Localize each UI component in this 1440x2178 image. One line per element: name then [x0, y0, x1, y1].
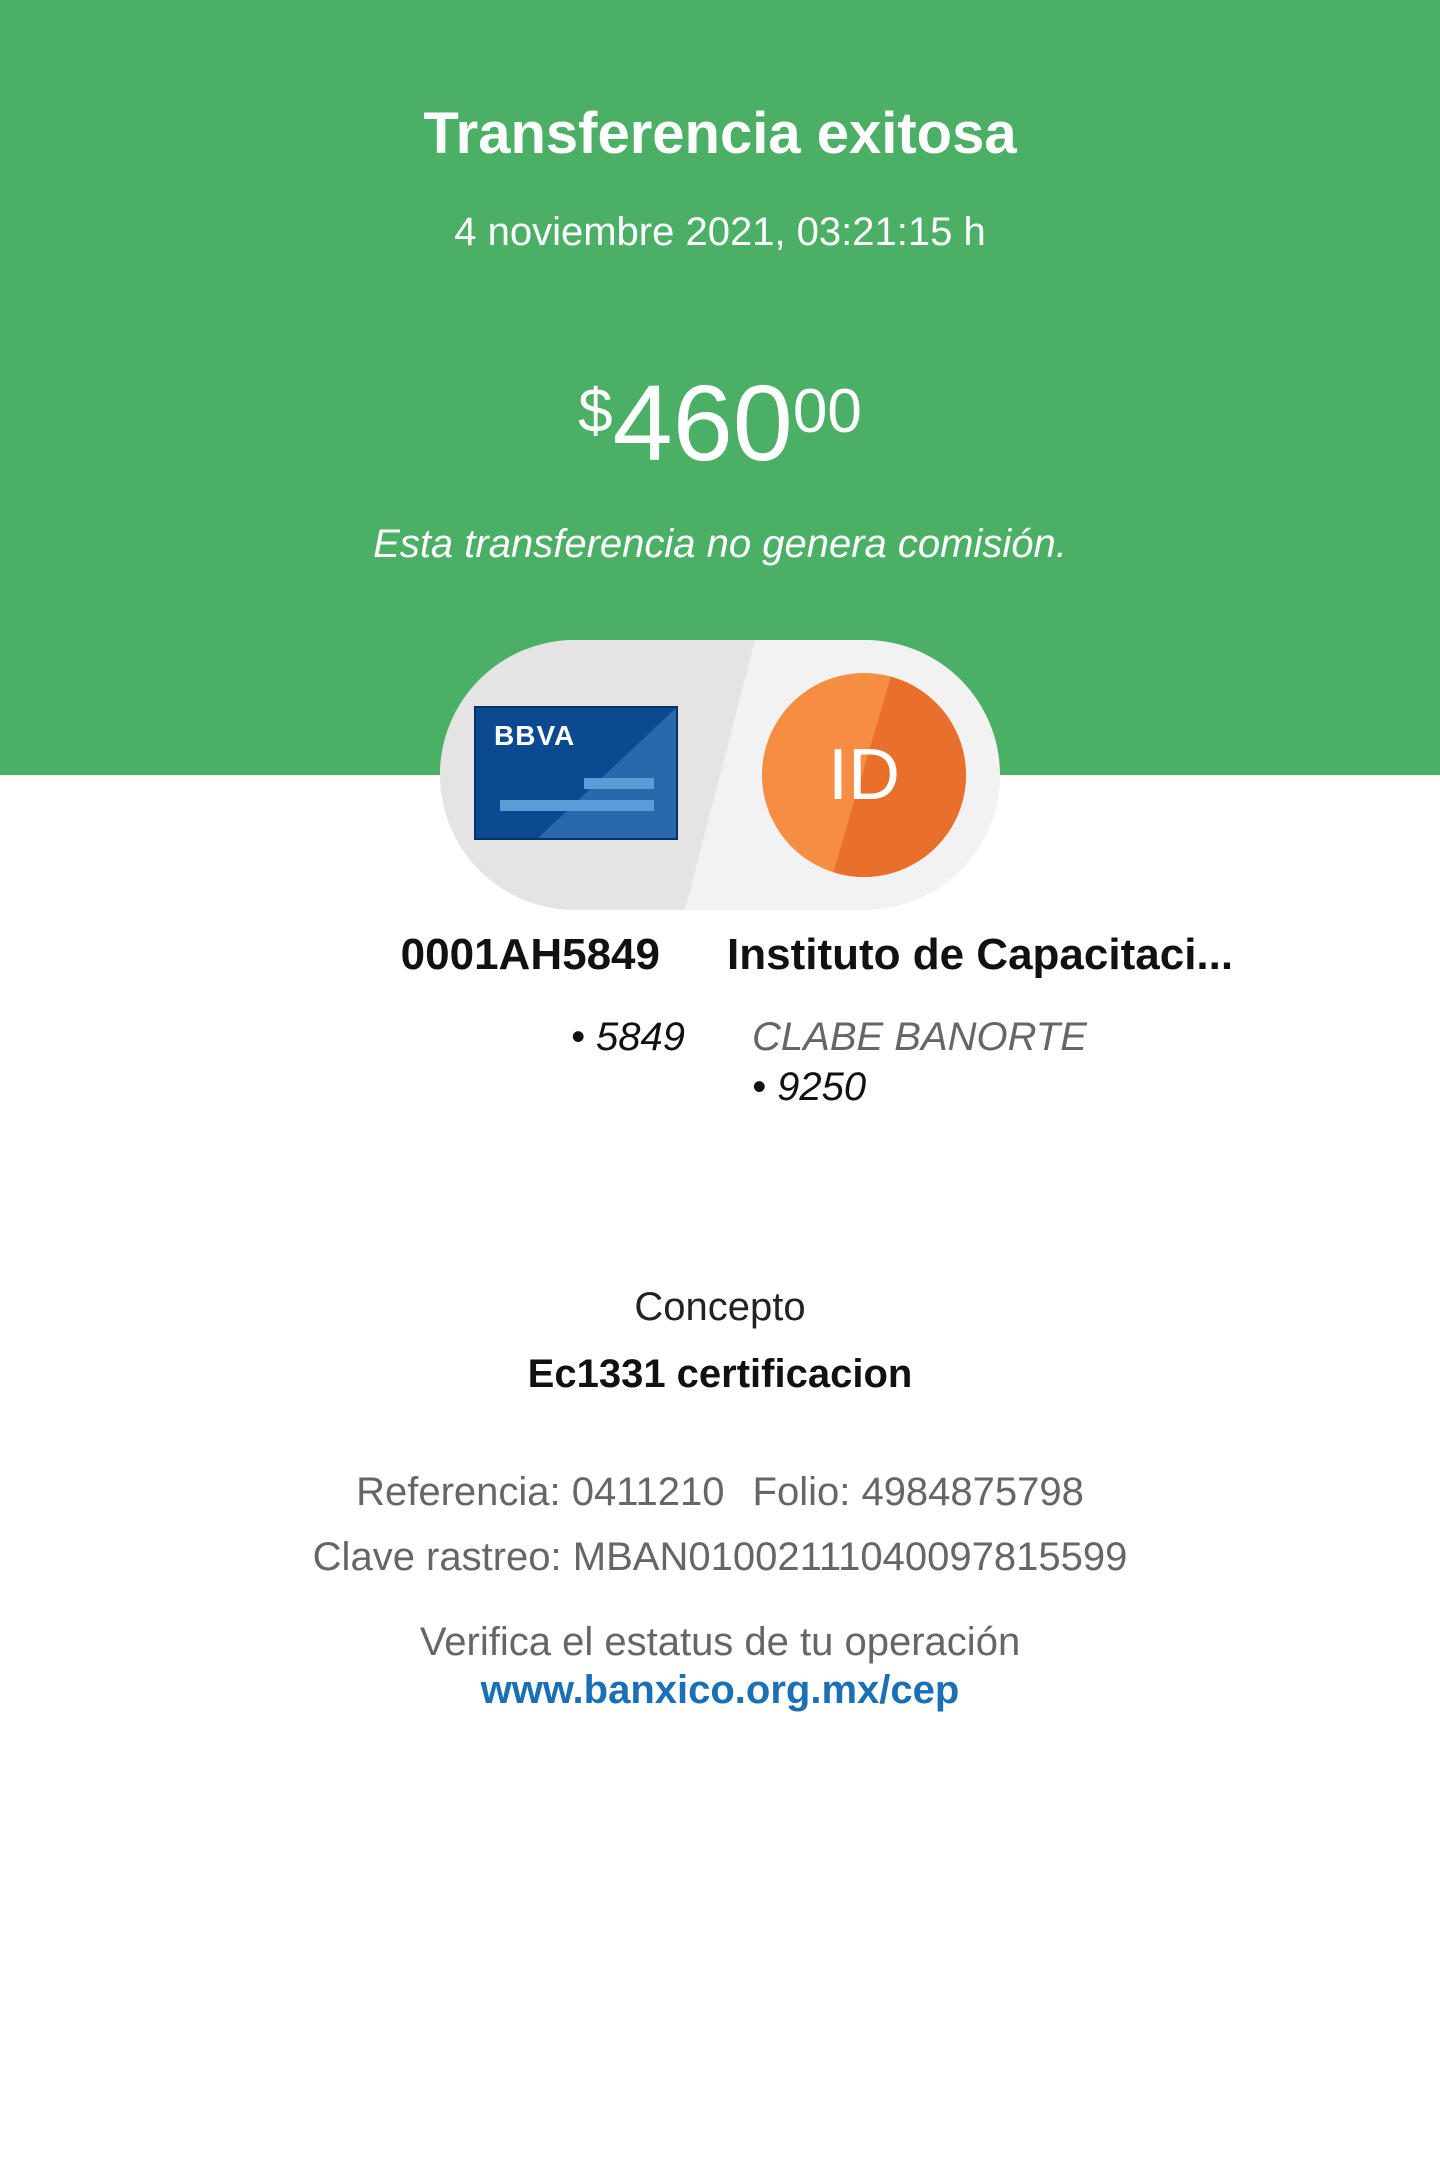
banxico-cep-link[interactable]: www.banxico.org.mx/cep [0, 1668, 1440, 1713]
concept-label: Concepto [634, 1285, 806, 1329]
recipient-avatar: ID [762, 673, 966, 877]
amount-currency: $ [578, 377, 613, 446]
transfer-receipt: Transferencia exitosa 4 noviembre 2021, … [0, 0, 1440, 2178]
concept-value: Ec1331 certificacion [527, 1352, 913, 1396]
bank-logo: BBVA [494, 720, 576, 751]
transfer-parties-pill: BBVA ID [440, 640, 1000, 910]
page-title: Transferencia exitosa [423, 101, 1017, 166]
tracking-key: Clave rastreo: MBAN01002111040097815599 [312, 1535, 1128, 1579]
reference-folio-line: Referencia: 0411210 Folio: 4984875798 [0, 1470, 1440, 1515]
fee-note: Esta transferencia no genera comisión. [373, 522, 1067, 566]
amount-decimals: 00 [792, 377, 862, 446]
transfer-amount: $46000 [0, 360, 1440, 485]
card-stripe [500, 800, 654, 811]
transfer-datetime: 4 noviembre 2021, 03:21:15 h [454, 210, 986, 254]
origin-account-number: • 5849 [570, 1015, 685, 1059]
folio-number: Folio: 4984875798 [752, 1470, 1084, 1514]
recipient-name: Instituto de Capacitaci... [727, 930, 1234, 979]
origin-account-name: 0001AH5849 [400, 930, 660, 979]
recipient-account-type: CLABE BANORTE [752, 1015, 1087, 1059]
bank-card-icon: BBVA [474, 706, 678, 840]
verify-status-text: Verifica el estatus de tu operación [419, 1620, 1021, 1664]
amount-integer: 460 [612, 362, 793, 483]
avatar-initials: ID [828, 735, 900, 815]
recipient-account-number: • 9250 [752, 1065, 867, 1109]
card-stripe [584, 778, 654, 789]
reference-number: Referencia: 0411210 [356, 1470, 725, 1514]
